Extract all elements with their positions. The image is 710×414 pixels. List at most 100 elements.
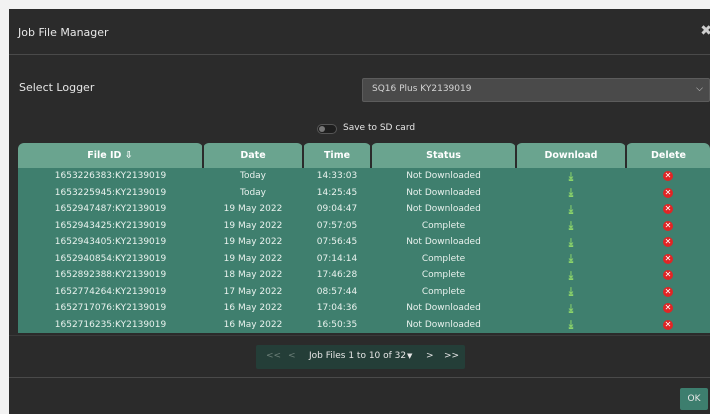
time-cell: 17:04:36 (303, 300, 371, 317)
download-icon[interactable]: ⤓ (569, 253, 573, 264)
file-id-cell: 1652947487:KY2139019 (18, 201, 203, 218)
download-cell: ⤓ (516, 217, 626, 234)
table-row: 1652943405:KY2139019 19 May 2022 07:56:45 N… (18, 234, 710, 251)
time-cell: 14:33:03 (303, 168, 371, 185)
time-cell: 17:46:28 (303, 267, 371, 284)
time-cell: 16:50:35 (303, 316, 371, 333)
file-id-cell: 1652717076:KY2139019 (18, 300, 203, 317)
column-header-time[interactable]: Time (302, 143, 371, 168)
download-cell: ⤓ (516, 234, 626, 251)
job-file-manager-dialog: Job File Manager ✖ Select Logger SQ16 Pl… (9, 9, 710, 414)
delete-icon[interactable]: ✕ (663, 187, 673, 198)
table-row: 1652717076:KY2139019 16 May 2022 17:04:36 N… (18, 300, 710, 317)
delete-cell: ✕ (626, 250, 710, 267)
download-cell: ⤓ (516, 184, 626, 201)
download-cell: ⤓ (516, 250, 626, 267)
table-row: 1652716235:KY2139019 16 May 2022 16:50:35 N… (18, 316, 710, 333)
column-header-download: Download (515, 143, 626, 168)
download-icon[interactable]: ⤓ (569, 286, 573, 297)
download-cell: ⤓ (516, 300, 626, 317)
file-id-cell: 1653225945:KY2139019 (18, 184, 203, 201)
delete-cell: ✕ (626, 234, 710, 251)
logger-select[interactable]: SQ16 Plus KY2139019 ⌵ (362, 78, 710, 102)
download-icon[interactable]: ⤓ (569, 187, 573, 198)
delete-icon[interactable]: ✕ (663, 204, 673, 215)
delete-icon[interactable]: ✕ (663, 171, 673, 182)
delete-cell: ✕ (626, 283, 710, 300)
delete-cell: ✕ (626, 168, 710, 185)
column-header-file-id[interactable]: File ID ⇩ (18, 143, 203, 168)
download-cell: ⤓ (516, 283, 626, 300)
dialog-title: Job File Manager (18, 26, 109, 39)
status-cell: Not Downloaded (371, 201, 516, 218)
table-row: 1652774264:KY2139019 17 May 2022 08:57:44 C… (18, 283, 710, 300)
time-cell: 09:04:47 (303, 201, 371, 218)
date-cell: 16 May 2022 (203, 316, 303, 333)
delete-cell: ✕ (626, 267, 710, 284)
toggle-knob (319, 126, 325, 132)
column-header-status[interactable]: Status (370, 143, 516, 168)
status-cell: Complete (371, 283, 516, 300)
table-row: 1652943425:KY2139019 19 May 2022 07:57:05 C… (18, 217, 710, 234)
table-header-row: File ID ⇩ Date Time Status Download Dele… (18, 143, 710, 168)
select-logger-label: Select Logger (19, 81, 95, 94)
dialog-header: Job File Manager ✖ (9, 9, 710, 55)
download-icon[interactable]: ⤓ (569, 171, 573, 182)
delete-icon[interactable]: ✕ (663, 220, 673, 231)
page-info-dropdown[interactable]: Job Files 1 to 10 of 32 (309, 351, 406, 361)
delete-icon[interactable]: ✕ (663, 303, 673, 314)
table-row: 1653226383:KY2139019 Today 14:33:03 Not Dow… (18, 168, 710, 185)
download-cell: ⤓ (516, 168, 626, 185)
file-id-cell: 1652774264:KY2139019 (18, 283, 203, 300)
time-cell: 07:57:05 (303, 217, 371, 234)
delete-cell: ✕ (626, 217, 710, 234)
download-cell: ⤓ (516, 267, 626, 284)
status-cell: Not Downloaded (371, 168, 516, 185)
download-icon[interactable]: ⤓ (569, 220, 573, 231)
delete-icon[interactable]: ✕ (663, 319, 673, 330)
divider (9, 335, 710, 336)
next-page-button[interactable]: > (426, 351, 434, 361)
file-id-cell: 1652716235:KY2139019 (18, 316, 203, 333)
status-cell: Not Downloaded (371, 316, 516, 333)
date-cell: Today (203, 168, 303, 185)
download-icon[interactable]: ⤓ (569, 237, 573, 248)
table-row: 1653225945:KY2139019 Today 14:25:45 Not Dow… (18, 184, 710, 201)
status-cell: Complete (371, 217, 516, 234)
time-cell: 07:56:45 (303, 234, 371, 251)
last-page-button[interactable]: >> (444, 351, 459, 361)
download-icon[interactable]: ⤓ (569, 303, 573, 314)
time-cell: 14:25:45 (303, 184, 371, 201)
delete-icon[interactable]: ✕ (663, 286, 673, 297)
column-header-date[interactable]: Date (202, 143, 303, 168)
table-row: 1652947487:KY2139019 19 May 2022 09:04:47 N… (18, 201, 710, 218)
date-cell: 19 May 2022 (203, 234, 303, 251)
delete-cell: ✕ (626, 316, 710, 333)
delete-cell: ✕ (626, 300, 710, 317)
date-cell: 18 May 2022 (203, 267, 303, 284)
status-cell: Not Downloaded (371, 234, 516, 251)
time-cell: 08:57:44 (303, 283, 371, 300)
download-icon[interactable]: ⤓ (569, 204, 573, 215)
download-icon[interactable]: ⤓ (569, 319, 573, 330)
file-id-cell: 1652943405:KY2139019 (18, 234, 203, 251)
delete-icon[interactable]: ✕ (663, 253, 673, 264)
date-cell: Today (203, 184, 303, 201)
delete-icon[interactable]: ✕ (663, 270, 673, 281)
ok-button[interactable]: OK (680, 388, 708, 410)
job-files-table: File ID ⇩ Date Time Status Download Dele… (18, 143, 710, 333)
table-row: 1652892388:KY2139019 18 May 2022 17:46:28 C… (18, 267, 710, 284)
previous-page-button[interactable]: < (288, 351, 296, 361)
close-icon[interactable]: ✖ (700, 23, 710, 39)
download-icon[interactable]: ⤓ (569, 270, 573, 281)
sd-card-toggle[interactable] (317, 124, 337, 134)
date-cell: 17 May 2022 (203, 283, 303, 300)
status-cell: Not Downloaded (371, 184, 516, 201)
delete-icon[interactable]: ✕ (663, 237, 673, 248)
first-page-button[interactable]: << (266, 351, 281, 361)
date-cell: 16 May 2022 (203, 300, 303, 317)
caret-down-icon[interactable]: ▼ (407, 352, 412, 360)
table-row: 1652940854:KY2139019 19 May 2022 07:14:14 C… (18, 250, 710, 267)
delete-cell: ✕ (626, 201, 710, 218)
time-cell: 07:14:14 (303, 250, 371, 267)
